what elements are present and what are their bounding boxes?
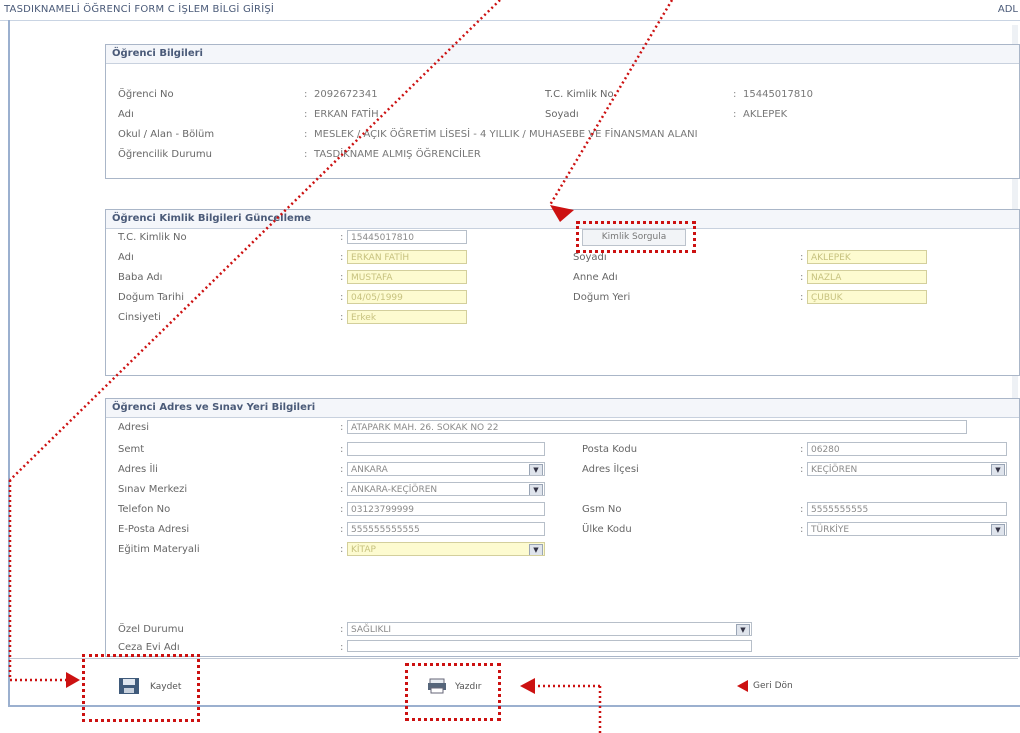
annotation-arrows (8, 0, 674, 733)
annotation-right-diagonal-line (548, 0, 674, 206)
annotation-arrowhead-kaydet (66, 672, 80, 688)
annotation-arrowhead-kimlik (550, 205, 574, 222)
annotation-diagonal-line (9, 0, 501, 481)
annotation-arrowhead-yazdir (520, 678, 535, 694)
